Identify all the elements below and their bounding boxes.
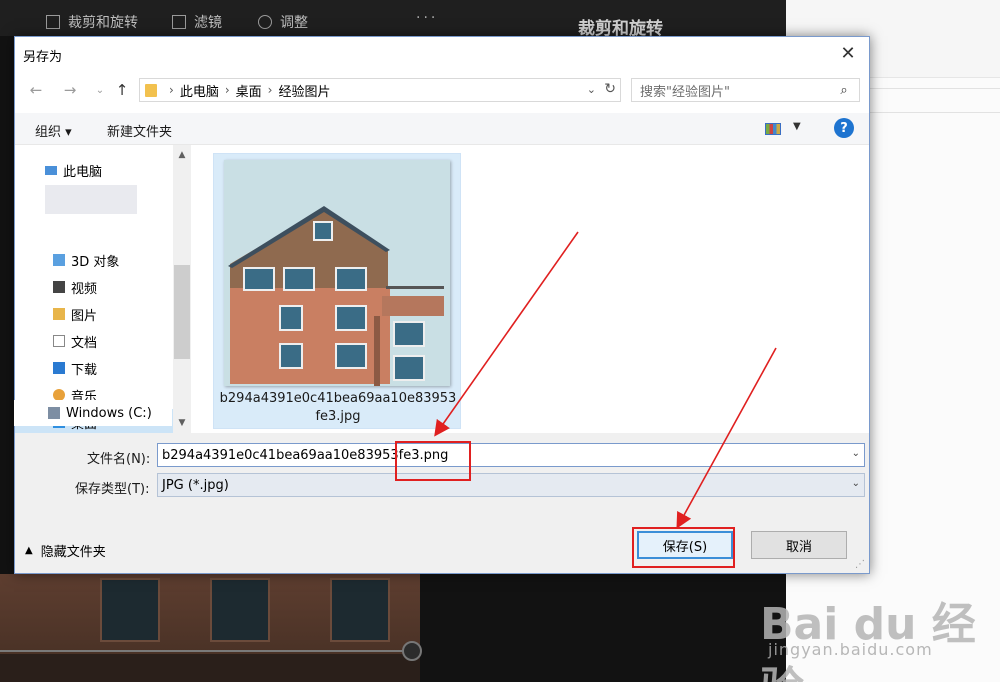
photo-preview — [0, 574, 420, 682]
drive-icon — [48, 407, 60, 419]
file-item[interactable]: b294a4391e0c41bea69aa10e83953 fe3.jpg — [213, 153, 461, 429]
sidebar-item-pictures[interactable]: 图片 — [15, 301, 173, 327]
refresh-icon[interactable]: ↻ — [604, 81, 616, 97]
pictures-icon — [53, 308, 65, 320]
document-icon — [53, 335, 65, 347]
breadcrumb[interactable]: › 此电脑 › 桌面 › 经验图片 ⌄ ↻ — [139, 78, 621, 102]
image-thumbnail — [224, 160, 450, 386]
house-photo — [224, 160, 450, 386]
search-icon[interactable]: ⌕ — [835, 83, 853, 98]
dialog-title: 另存为 — [23, 50, 63, 65]
recent-chevron-icon[interactable]: ⌄ — [91, 81, 109, 99]
close-button[interactable]: ✕ — [833, 41, 863, 65]
scroll-up-icon[interactable]: ▲ — [173, 147, 191, 163]
resize-grip-icon[interactable]: ⋰ — [855, 559, 867, 571]
navigation-pane: 此电脑 3D 对象 视频 图片 文档 下载 音乐 桌面 — [15, 145, 191, 435]
help-icon[interactable]: ? — [834, 118, 854, 138]
crumb-desktop[interactable]: 桌面 — [236, 81, 262, 100]
cube-icon — [53, 254, 65, 266]
command-bar: 组织 ▾ 新建文件夹 ▼ ? — [15, 113, 869, 145]
new-folder-button[interactable]: 新建文件夹 — [107, 121, 172, 140]
folder-icon — [145, 83, 157, 97]
filter-tool[interactable]: 滤镜 — [172, 12, 222, 32]
adjust-tool[interactable]: 调整 — [258, 12, 308, 32]
sidebar-item-downloads[interactable]: 下载 — [15, 355, 173, 381]
filetype-label: 保存类型(T): — [75, 482, 150, 497]
sidebar-item-documents[interactable]: 文档 — [15, 328, 173, 354]
scroll-down-icon[interactable]: ▼ — [173, 415, 191, 431]
video-icon — [53, 281, 65, 293]
sidebar-item-this-pc[interactable]: 此电脑 — [15, 157, 173, 183]
download-icon — [53, 362, 65, 374]
hide-folders-toggle[interactable]: ▲ 隐藏文件夹 — [25, 541, 106, 560]
search-input[interactable]: 搜索"经验图片" ⌕ — [631, 78, 860, 102]
annotation-box-save — [632, 527, 735, 568]
chevron-down-icon[interactable]: ⌄ — [852, 478, 860, 489]
organize-menu[interactable]: 组织 ▾ — [35, 121, 72, 140]
crop-rotate-tool[interactable]: 裁剪和旋转 — [46, 12, 138, 32]
view-dropdown-icon[interactable]: ▼ — [793, 121, 801, 132]
chevron-down-icon[interactable]: ⌄ — [587, 83, 596, 96]
watermark-url: jingyan.baidu.com — [768, 640, 933, 659]
computer-icon — [45, 165, 57, 175]
more-options[interactable]: ··· — [416, 10, 438, 26]
scroll-thumb[interactable] — [174, 265, 190, 359]
crumb-this-pc[interactable]: 此电脑 — [180, 81, 219, 100]
chevron-up-icon: ▲ — [25, 545, 33, 556]
sidebar-item-videos[interactable]: 视频 — [15, 274, 173, 300]
forward-arrow-icon[interactable]: → — [61, 81, 79, 99]
file-list: b294a4391e0c41bea69aa10e83953 fe3.jpg — [191, 145, 869, 433]
crop-icon — [46, 15, 60, 29]
crumb-folder[interactable]: 经验图片 — [278, 81, 330, 100]
dialog-titlebar: 另存为 ✕ — [15, 37, 869, 69]
filename-input[interactable]: b294a4391e0c41bea69aa10e83953fe3.png ⌄ — [157, 443, 865, 467]
view-icon[interactable] — [765, 123, 781, 135]
chevron-down-icon[interactable]: ⌄ — [852, 448, 860, 459]
sidebar-item-windows-c[interactable]: Windows (C:) — [14, 400, 172, 426]
editor-toolbar: 裁剪和旋转 滤镜 调整 ··· 裁剪和旋转 — [0, 0, 786, 39]
annotation-box-extension — [395, 441, 471, 481]
watermark-logo: Bai du 经验 — [760, 599, 976, 682]
filename-label: 文件名(N): — [87, 452, 151, 467]
filter-icon — [172, 15, 186, 29]
sidebar-item-3d-objects[interactable]: 3D 对象 — [15, 247, 173, 273]
save-as-dialog: 另存为 ✕ ← → ⌄ ↑ › 此电脑 › 桌面 › 经验图片 ⌄ ↻ 搜索"经… — [14, 36, 870, 574]
blurred-item — [45, 185, 137, 214]
file-name: b294a4391e0c41bea69aa10e83953 fe3.jpg — [219, 391, 457, 424]
zoom-slider-track[interactable] — [0, 650, 420, 652]
search-placeholder: 搜索"经验图片" — [640, 84, 730, 100]
cancel-button[interactable]: 取消 — [751, 531, 847, 559]
filetype-select[interactable]: JPG (*.jpg) ⌄ — [157, 473, 865, 497]
back-arrow-icon[interactable]: ← — [27, 81, 45, 99]
sun-icon — [258, 15, 272, 29]
address-bar: ← → ⌄ ↑ › 此电脑 › 桌面 › 经验图片 ⌄ ↻ 搜索"经验图片" ⌕ — [15, 73, 869, 107]
up-arrow-icon[interactable]: ↑ — [113, 81, 131, 99]
nav-scrollbar[interactable]: ▲ ▼ — [173, 145, 191, 433]
zoom-slider-handle[interactable] — [402, 641, 422, 661]
